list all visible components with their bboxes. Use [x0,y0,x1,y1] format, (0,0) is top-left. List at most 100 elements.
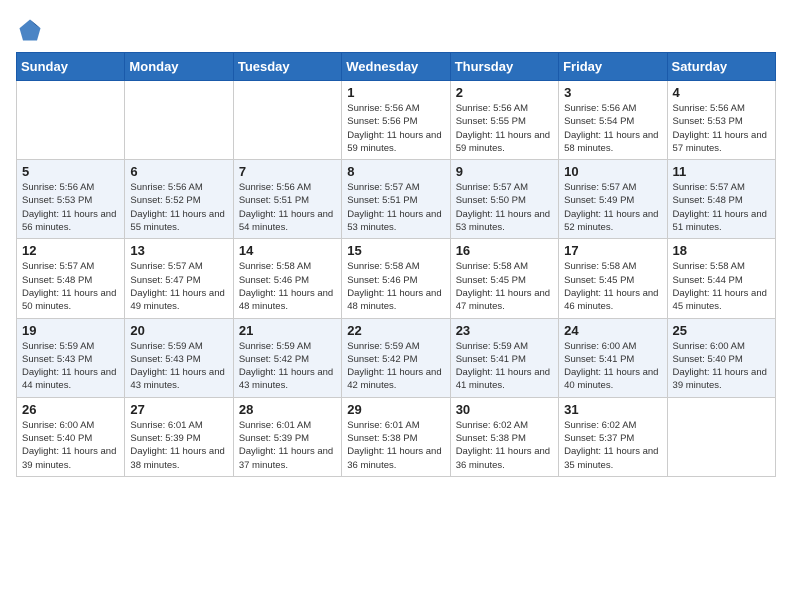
cell-info: Sunrise: 5:56 AM Sunset: 5:53 PM Dayligh… [673,102,770,155]
cell-info: Sunrise: 5:57 AM Sunset: 5:50 PM Dayligh… [456,181,553,234]
day-number: 14 [239,243,336,258]
day-number: 13 [130,243,227,258]
calendar-cell: 24 Sunrise: 6:00 AM Sunset: 5:41 PM Dayli… [559,318,667,397]
cell-info: Sunrise: 6:02 AM Sunset: 5:38 PM Dayligh… [456,419,553,472]
calendar-cell: 30 Sunrise: 6:02 AM Sunset: 5:38 PM Dayli… [450,397,558,476]
calendar-cell: 1 Sunrise: 5:56 AM Sunset: 5:56 PM Daylig… [342,81,450,160]
day-number: 5 [22,164,119,179]
cell-info: Sunrise: 5:58 AM Sunset: 5:46 PM Dayligh… [347,260,444,313]
calendar-cell: 29 Sunrise: 6:01 AM Sunset: 5:38 PM Dayli… [342,397,450,476]
day-number: 31 [564,402,661,417]
day-number: 7 [239,164,336,179]
day-number: 12 [22,243,119,258]
cell-info: Sunrise: 6:01 AM Sunset: 5:39 PM Dayligh… [239,419,336,472]
calendar-week-row: 1 Sunrise: 5:56 AM Sunset: 5:56 PM Daylig… [17,81,776,160]
calendar-cell: 31 Sunrise: 6:02 AM Sunset: 5:37 PM Dayli… [559,397,667,476]
calendar-cell: 12 Sunrise: 5:57 AM Sunset: 5:48 PM Dayli… [17,239,125,318]
cell-info: Sunrise: 6:02 AM Sunset: 5:37 PM Dayligh… [564,419,661,472]
calendar-cell: 20Sunrise: 5:59 AM Sunset: 5:43 PM Dayli… [125,318,233,397]
calendar-cell: 25 Sunrise: 6:00 AM Sunset: 5:40 PM Dayli… [667,318,775,397]
calendar-week-row: 5 Sunrise: 5:56 AM Sunset: 5:53 PM Daylig… [17,160,776,239]
day-number: 18 [673,243,770,258]
calendar-cell: 28 Sunrise: 6:01 AM Sunset: 5:39 PM Dayli… [233,397,341,476]
day-number: 4 [673,85,770,100]
calendar-cell: 22 Sunrise: 5:59 AM Sunset: 5:42 PM Dayli… [342,318,450,397]
logo [16,16,48,44]
day-number: 3 [564,85,661,100]
calendar-table: SundayMondayTuesdayWednesdayThursdayFrid… [16,52,776,477]
calendar-cell: 3 Sunrise: 5:56 AM Sunset: 5:54 PM Daylig… [559,81,667,160]
calendar-cell: 4 Sunrise: 5:56 AM Sunset: 5:53 PM Daylig… [667,81,775,160]
cell-info: Sunrise: 5:57 AM Sunset: 5:48 PM Dayligh… [673,181,770,234]
cell-info: Sunrise: 5:58 AM Sunset: 5:45 PM Dayligh… [456,260,553,313]
cell-info: Sunrise: 6:01 AM Sunset: 5:39 PM Dayligh… [130,419,227,472]
cell-info: Sunrise: 5:57 AM Sunset: 5:51 PM Dayligh… [347,181,444,234]
cell-info: Sunrise: 5:57 AM Sunset: 5:49 PM Dayligh… [564,181,661,234]
cell-info: Sunrise: 5:58 AM Sunset: 5:44 PM Dayligh… [673,260,770,313]
day-number: 2 [456,85,553,100]
day-number: 16 [456,243,553,258]
calendar-cell: 23Sunrise: 5:59 AM Sunset: 5:41 PM Dayli… [450,318,558,397]
calendar-cell: 2 Sunrise: 5:56 AM Sunset: 5:55 PM Daylig… [450,81,558,160]
day-number: 23 [456,323,553,338]
day-of-week-header: Friday [559,53,667,81]
cell-info: Sunrise: 5:56 AM Sunset: 5:55 PM Dayligh… [456,102,553,155]
cell-info: Sunrise: 5:58 AM Sunset: 5:45 PM Dayligh… [564,260,661,313]
calendar-cell: 19Sunrise: 5:59 AM Sunset: 5:43 PM Dayli… [17,318,125,397]
cell-info: Sunrise: 6:00 AM Sunset: 5:41 PM Dayligh… [564,340,661,393]
cell-info: Sunrise: 5:57 AM Sunset: 5:48 PM Dayligh… [22,260,119,313]
calendar-cell: 17 Sunrise: 5:58 AM Sunset: 5:45 PM Dayli… [559,239,667,318]
day-number: 20 [130,323,227,338]
calendar-cell: 13 Sunrise: 5:57 AM Sunset: 5:47 PM Dayli… [125,239,233,318]
cell-info: Sunrise: 5:57 AM Sunset: 5:47 PM Dayligh… [130,260,227,313]
day-number: 29 [347,402,444,417]
day-number: 30 [456,402,553,417]
cell-info: Sunrise: 6:01 AM Sunset: 5:38 PM Dayligh… [347,419,444,472]
day-of-week-header: Saturday [667,53,775,81]
day-of-week-header: Thursday [450,53,558,81]
day-number: 1 [347,85,444,100]
day-number: 24 [564,323,661,338]
cell-info: Sunrise: 5:56 AM Sunset: 5:54 PM Dayligh… [564,102,661,155]
calendar-cell: 15 Sunrise: 5:58 AM Sunset: 5:46 PM Dayli… [342,239,450,318]
calendar-header-row: SundayMondayTuesdayWednesdayThursdayFrid… [17,53,776,81]
calendar-cell [667,397,775,476]
cell-info: Sunrise: 5:59 AM Sunset: 5:42 PM Dayligh… [347,340,444,393]
day-number: 28 [239,402,336,417]
day-number: 21 [239,323,336,338]
calendar-cell: 10 Sunrise: 5:57 AM Sunset: 5:49 PM Dayli… [559,160,667,239]
calendar-week-row: 26 Sunrise: 6:00 AM Sunset: 5:40 PM Dayli… [17,397,776,476]
calendar-cell: 11Sunrise: 5:57 AM Sunset: 5:48 PM Dayli… [667,160,775,239]
calendar-cell: 27Sunrise: 6:01 AM Sunset: 5:39 PM Dayli… [125,397,233,476]
calendar-cell: 9 Sunrise: 5:57 AM Sunset: 5:50 PM Daylig… [450,160,558,239]
cell-info: Sunrise: 5:59 AM Sunset: 5:43 PM Dayligh… [22,340,119,393]
day-of-week-header: Tuesday [233,53,341,81]
calendar-cell: 16 Sunrise: 5:58 AM Sunset: 5:45 PM Dayli… [450,239,558,318]
day-number: 22 [347,323,444,338]
day-number: 10 [564,164,661,179]
day-number: 26 [22,402,119,417]
calendar-cell: 6Sunrise: 5:56 AM Sunset: 5:52 PM Daylig… [125,160,233,239]
day-number: 25 [673,323,770,338]
day-number: 8 [347,164,444,179]
cell-info: Sunrise: 5:58 AM Sunset: 5:46 PM Dayligh… [239,260,336,313]
calendar-cell [125,81,233,160]
calendar-week-row: 19Sunrise: 5:59 AM Sunset: 5:43 PM Dayli… [17,318,776,397]
calendar-cell: 7 Sunrise: 5:56 AM Sunset: 5:51 PM Daylig… [233,160,341,239]
day-of-week-header: Sunday [17,53,125,81]
cell-info: Sunrise: 5:56 AM Sunset: 5:53 PM Dayligh… [22,181,119,234]
cell-info: Sunrise: 5:56 AM Sunset: 5:51 PM Dayligh… [239,181,336,234]
cell-info: Sunrise: 5:56 AM Sunset: 5:52 PM Dayligh… [130,181,227,234]
cell-info: Sunrise: 5:59 AM Sunset: 5:42 PM Dayligh… [239,340,336,393]
calendar-cell: 5 Sunrise: 5:56 AM Sunset: 5:53 PM Daylig… [17,160,125,239]
logo-icon [16,16,44,44]
day-of-week-header: Wednesday [342,53,450,81]
cell-info: Sunrise: 6:00 AM Sunset: 5:40 PM Dayligh… [22,419,119,472]
cell-info: Sunrise: 5:56 AM Sunset: 5:56 PM Dayligh… [347,102,444,155]
calendar-cell: 18 Sunrise: 5:58 AM Sunset: 5:44 PM Dayli… [667,239,775,318]
day-number: 15 [347,243,444,258]
calendar-cell: 8 Sunrise: 5:57 AM Sunset: 5:51 PM Daylig… [342,160,450,239]
day-number: 9 [456,164,553,179]
day-number: 17 [564,243,661,258]
cell-info: Sunrise: 6:00 AM Sunset: 5:40 PM Dayligh… [673,340,770,393]
